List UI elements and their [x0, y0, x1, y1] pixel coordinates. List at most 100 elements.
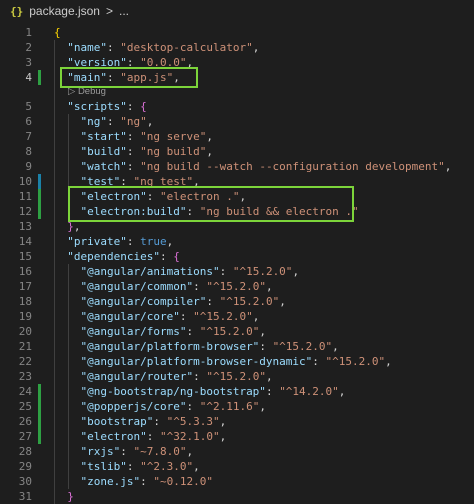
code-text: "@angular/animations": "^15.2.0",	[80, 265, 300, 278]
line-number: 8	[25, 145, 32, 158]
code-text: "@angular/forms": "^15.2.0",	[80, 325, 266, 338]
code-text: {	[54, 26, 61, 39]
code-text: "ng": "ng",	[80, 115, 154, 128]
code-line[interactable]: 29 "tslib": "^2.3.0",	[0, 459, 474, 474]
line-number: 26	[18, 415, 32, 428]
line-number: 31	[18, 490, 32, 503]
code-text: "electron": "^32.1.0",	[80, 430, 227, 443]
code-text: "electron:build": "ng build && electron …	[80, 205, 359, 218]
line-number: 20	[18, 325, 32, 338]
line-number: 15	[18, 250, 32, 263]
line-number: 5	[25, 100, 32, 113]
code-text: "@angular/compiler": "^15.2.0",	[80, 295, 286, 308]
code-text: "watch": "ng build --watch --configurati…	[80, 160, 452, 173]
code-line[interactable]: 1{	[0, 25, 474, 40]
line-number: 4	[25, 71, 32, 84]
line-number: 28	[18, 445, 32, 458]
line-number: 25	[18, 400, 32, 413]
code-text: "private": true,	[67, 235, 174, 248]
code-line[interactable]: 2 "name": "desktop-calculator",	[0, 40, 474, 55]
line-number: 23	[18, 370, 32, 383]
code-line[interactable]: 24 "@ng-bootstrap/ng-bootstrap": "^14.2.…	[0, 384, 474, 399]
code-line[interactable]: 14 "private": true,	[0, 234, 474, 249]
code-line[interactable]: 31 }	[0, 489, 474, 504]
code-line[interactable]: 19 "@angular/core": "^15.2.0",	[0, 309, 474, 324]
breadcrumb-more[interactable]: ...	[119, 4, 129, 18]
line-number: 30	[18, 475, 32, 488]
code-line[interactable]: 11 "electron": "electron .",	[0, 189, 474, 204]
line-number: 6	[25, 115, 32, 128]
line-number: 1	[25, 26, 32, 39]
breadcrumb-chevron-icon: >	[105, 4, 113, 18]
code-text: "version": "0.0.0",	[67, 56, 194, 69]
code-line[interactable]: 3 "version": "0.0.0",	[0, 55, 474, 70]
code-text: },	[67, 220, 81, 233]
code-text: "test": "ng test",	[80, 175, 200, 188]
code-text: "main": "app.js",	[67, 71, 180, 84]
code-line[interactable]: 6 "ng": "ng",	[0, 114, 474, 129]
code-text: "rxjs": "~7.8.0",	[80, 445, 194, 458]
line-number: 22	[18, 355, 32, 368]
line-number: 12	[18, 205, 32, 218]
code-line[interactable]: 4 "main": "app.js",	[0, 70, 474, 85]
line-number: 17	[18, 280, 32, 293]
code-line[interactable]: 17 "@angular/common": "^15.2.0",	[0, 279, 474, 294]
code-line[interactable]: 8 "build": "ng build",	[0, 144, 474, 159]
code-text: "start": "ng serve",	[80, 130, 213, 143]
code-text: "dependencies": {	[67, 250, 180, 263]
code-line[interactable]: 13 },	[0, 219, 474, 234]
line-number: 16	[18, 265, 32, 278]
code-text: "@angular/common": "^15.2.0",	[80, 280, 273, 293]
line-number: 10	[18, 175, 32, 188]
line-number: 21	[18, 340, 32, 353]
line-number: 14	[18, 235, 32, 248]
line-number: 3	[25, 56, 32, 69]
code-line[interactable]: 27 "electron": "^32.1.0",	[0, 429, 474, 444]
code-line[interactable]: 18 "@angular/compiler": "^15.2.0",	[0, 294, 474, 309]
code-text: "@angular/platform-browser": "^15.2.0",	[80, 340, 339, 353]
code-editor[interactable]: 1{2 "name": "desktop-calculator", 3 "vers…	[0, 22, 474, 504]
code-line[interactable]: 25 "@popperjs/core": "^2.11.6",	[0, 399, 474, 414]
code-text: }	[67, 490, 74, 503]
line-number: 27	[18, 430, 32, 443]
code-line[interactable]: 21 "@angular/platform-browser": "^15.2.0…	[0, 339, 474, 354]
code-line[interactable]: 15 "dependencies": {	[0, 249, 474, 264]
code-text: "tslib": "^2.3.0",	[80, 460, 200, 473]
code-line[interactable]: 9 "watch": "ng build --watch --configura…	[0, 159, 474, 174]
code-text: "@angular/platform-browser-dynamic": "^1…	[80, 355, 392, 368]
line-number: 11	[18, 190, 32, 203]
code-text: "scripts": {	[67, 100, 147, 113]
line-number: 2	[25, 41, 32, 54]
code-text: "zone.js": "~0.12.0"	[80, 475, 213, 488]
code-text: "build": "ng build",	[80, 145, 213, 158]
line-number: 19	[18, 310, 32, 323]
code-text: "@popperjs/core": "^2.11.6",	[80, 400, 266, 413]
code-line[interactable]: 10 "test": "ng test",	[0, 174, 474, 189]
line-number: 13	[18, 220, 32, 233]
breadcrumb-file[interactable]: package.json	[29, 4, 100, 18]
code-text: "@angular/router": "^15.2.0",	[80, 370, 273, 383]
code-line[interactable]: 23 "@angular/router": "^15.2.0",	[0, 369, 474, 384]
code-line[interactable]: 5 "scripts": {	[0, 99, 474, 114]
code-text: "@angular/core": "^15.2.0",	[80, 310, 260, 323]
json-file-icon: {}	[10, 4, 24, 18]
code-line[interactable]: 28 "rxjs": "~7.8.0",	[0, 444, 474, 459]
code-line[interactable]: 16 "@angular/animations": "^15.2.0",	[0, 264, 474, 279]
code-text: "electron": "electron .",	[80, 190, 247, 203]
code-line[interactable]: 20 "@angular/forms": "^15.2.0",	[0, 324, 474, 339]
line-number: 24	[18, 385, 32, 398]
line-number: 7	[25, 130, 32, 143]
line-number: 29	[18, 460, 32, 473]
code-line[interactable]: 12 "electron:build": "ng build && electr…	[0, 204, 474, 219]
code-line[interactable]: 7 "start": "ng serve",	[0, 129, 474, 144]
debug-codelens[interactable]: ▷ Debug	[68, 85, 106, 99]
code-text: "name": "desktop-calculator",	[67, 41, 260, 54]
code-text: "@ng-bootstrap/ng-bootstrap": "^14.2.0",	[80, 385, 346, 398]
code-line[interactable]: 26 "bootstrap": "^5.3.3",	[0, 414, 474, 429]
code-line[interactable]: 22 "@angular/platform-browser-dynamic": …	[0, 354, 474, 369]
breadcrumb: {} package.json > ...	[0, 0, 474, 22]
line-number: 9	[25, 160, 32, 173]
code-line[interactable]: 30 "zone.js": "~0.12.0"	[0, 474, 474, 489]
line-number: 18	[18, 295, 32, 308]
code-text: "bootstrap": "^5.3.3",	[80, 415, 227, 428]
